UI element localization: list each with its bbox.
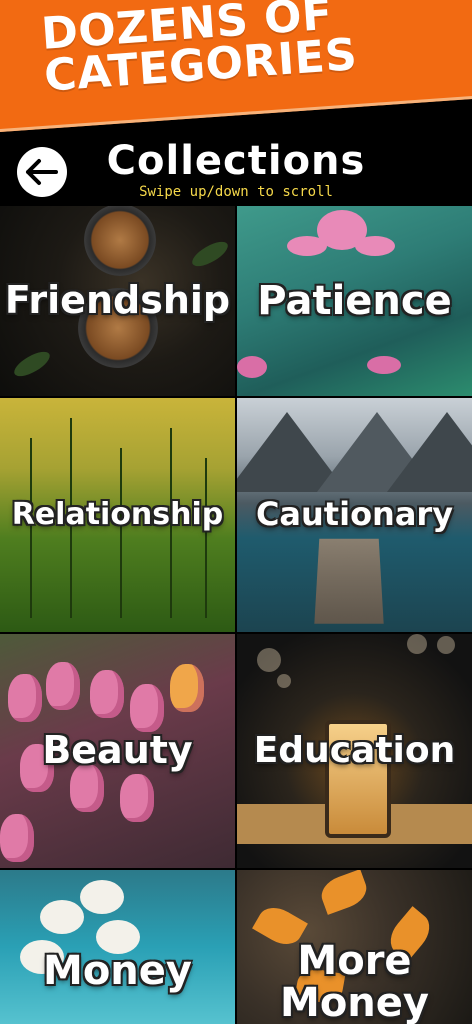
category-label: Money (43, 948, 192, 994)
scroll-hint: Swipe up/down to scroll (139, 184, 333, 200)
category-grid: Friendship Patience Relationship Caution… (0, 206, 472, 1024)
category-tile-beauty[interactable]: Beauty (0, 634, 235, 868)
category-tile-more-money[interactable]: More Money (237, 870, 472, 1024)
category-label: More Money (280, 938, 429, 1024)
category-tile-relationship[interactable]: Relationship (0, 398, 235, 632)
collections-header: Collections Swipe up/down to scroll (0, 138, 472, 206)
category-tile-cautionary[interactable]: Cautionary (237, 398, 472, 632)
page-title: Collections (106, 138, 366, 184)
category-label: Cautionary (255, 495, 454, 534)
category-label: Friendship (4, 278, 231, 323)
category-tile-money[interactable]: Money (0, 870, 235, 1024)
category-label: Relationship (11, 497, 224, 533)
category-tile-education[interactable]: Education (237, 634, 472, 868)
category-label: Education (253, 730, 456, 772)
category-tile-patience[interactable]: Patience (237, 206, 472, 396)
promo-banner: DOZENS OF CATEGORIES (0, 0, 472, 148)
category-tile-friendship[interactable]: Friendship (0, 206, 235, 396)
category-label: Patience (257, 278, 452, 324)
category-label: Beauty (42, 728, 193, 773)
